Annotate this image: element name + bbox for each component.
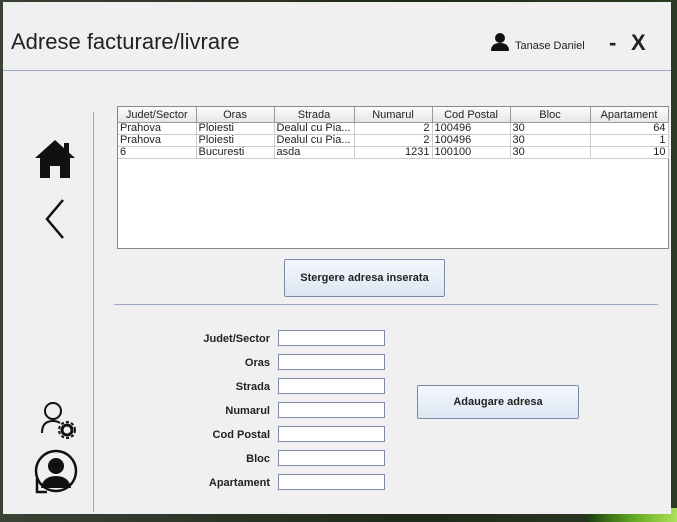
table-cell: Ploiesti <box>196 134 275 147</box>
user-name: Tanase Daniel <box>515 40 585 52</box>
add-address-button[interactable]: Adaugare adresa <box>417 385 579 419</box>
window-title: Adrese facturare/livrare <box>11 29 240 54</box>
strada-input[interactable] <box>278 378 385 394</box>
bloc-label: Bloc <box>246 453 270 465</box>
numarul-label: Numarul <box>225 405 270 417</box>
home-icon[interactable] <box>33 136 77 180</box>
column-header[interactable]: Judet/Sector <box>118 107 197 123</box>
table-cell: Prahova <box>118 122 197 135</box>
cod-postal-label: Cod Postal <box>212 429 270 441</box>
user-icon <box>491 33 509 51</box>
addresses-table[interactable]: Judet/Sector Oras Strada Numarul Cod Pos… <box>117 106 669 249</box>
table-cell: asda <box>274 146 355 159</box>
table-cell: 100100 <box>432 146 511 159</box>
table-cell: Prahova <box>118 134 197 147</box>
user-settings-icon[interactable] <box>39 400 79 440</box>
logout-user-icon[interactable] <box>33 448 79 498</box>
table-cell: 1 <box>590 134 669 147</box>
oras-input[interactable] <box>278 354 385 370</box>
table-cell: 2 <box>354 134 433 147</box>
table-cell: 10 <box>590 146 669 159</box>
judet-input[interactable] <box>278 330 385 346</box>
column-header[interactable]: Oras <box>196 107 275 123</box>
table-row[interactable]: Prahova Ploiesti Dealul cu Pia... 2 1004… <box>118 134 669 147</box>
column-header[interactable]: Numarul <box>354 107 433 123</box>
table-cell: 1231 <box>354 146 433 159</box>
numarul-input[interactable] <box>278 402 385 418</box>
table-cell: 30 <box>510 134 591 147</box>
table-header-row: Judet/Sector Oras Strada Numarul Cod Pos… <box>118 107 669 123</box>
table-row[interactable]: 6 Bucuresti asda 1231 100100 30 10 <box>118 146 669 159</box>
delete-address-button[interactable]: Stergere adresa inserata <box>284 259 445 297</box>
addresses-grid: Judet/Sector Oras Strada Numarul Cod Pos… <box>118 107 669 159</box>
table-cell: 100496 <box>432 122 511 135</box>
table-cell: Bucuresti <box>196 146 275 159</box>
oras-label: Oras <box>244 357 270 369</box>
table-row[interactable]: Prahova Ploiesti Dealul cu Pia... 2 1004… <box>118 122 669 135</box>
table-cell: 6 <box>118 146 197 159</box>
table-cell: 30 <box>510 146 591 159</box>
sidebar-divider <box>93 112 94 512</box>
column-header[interactable]: Cod Postal <box>432 107 511 123</box>
section-divider <box>114 304 658 305</box>
cod-postal-input[interactable] <box>278 426 385 442</box>
table-cell: Ploiesti <box>196 122 275 135</box>
apartament-label: Apartament <box>208 477 270 489</box>
column-header[interactable]: Bloc <box>510 107 591 123</box>
minimize-button[interactable]: - <box>609 30 616 56</box>
table-cell: Dealul cu Pia... <box>274 122 355 135</box>
table-cell: 2 <box>354 122 433 135</box>
close-button[interactable]: X <box>631 30 646 56</box>
app-window: Adrese facturare/livrare Tanase Daniel -… <box>3 2 671 514</box>
column-header[interactable]: Apartament <box>590 107 669 123</box>
judet-label: Judet/Sector <box>203 333 270 345</box>
strada-label: Strada <box>235 381 270 393</box>
apartament-input[interactable] <box>278 474 385 490</box>
table-cell: Dealul cu Pia... <box>274 134 355 147</box>
table-cell: 100496 <box>432 134 511 147</box>
table-cell: 30 <box>510 122 591 135</box>
back-icon[interactable] <box>43 198 67 240</box>
header-divider <box>3 70 671 71</box>
table-cell: 64 <box>590 122 669 135</box>
bloc-input[interactable] <box>278 450 385 466</box>
column-header[interactable]: Strada <box>274 107 355 123</box>
